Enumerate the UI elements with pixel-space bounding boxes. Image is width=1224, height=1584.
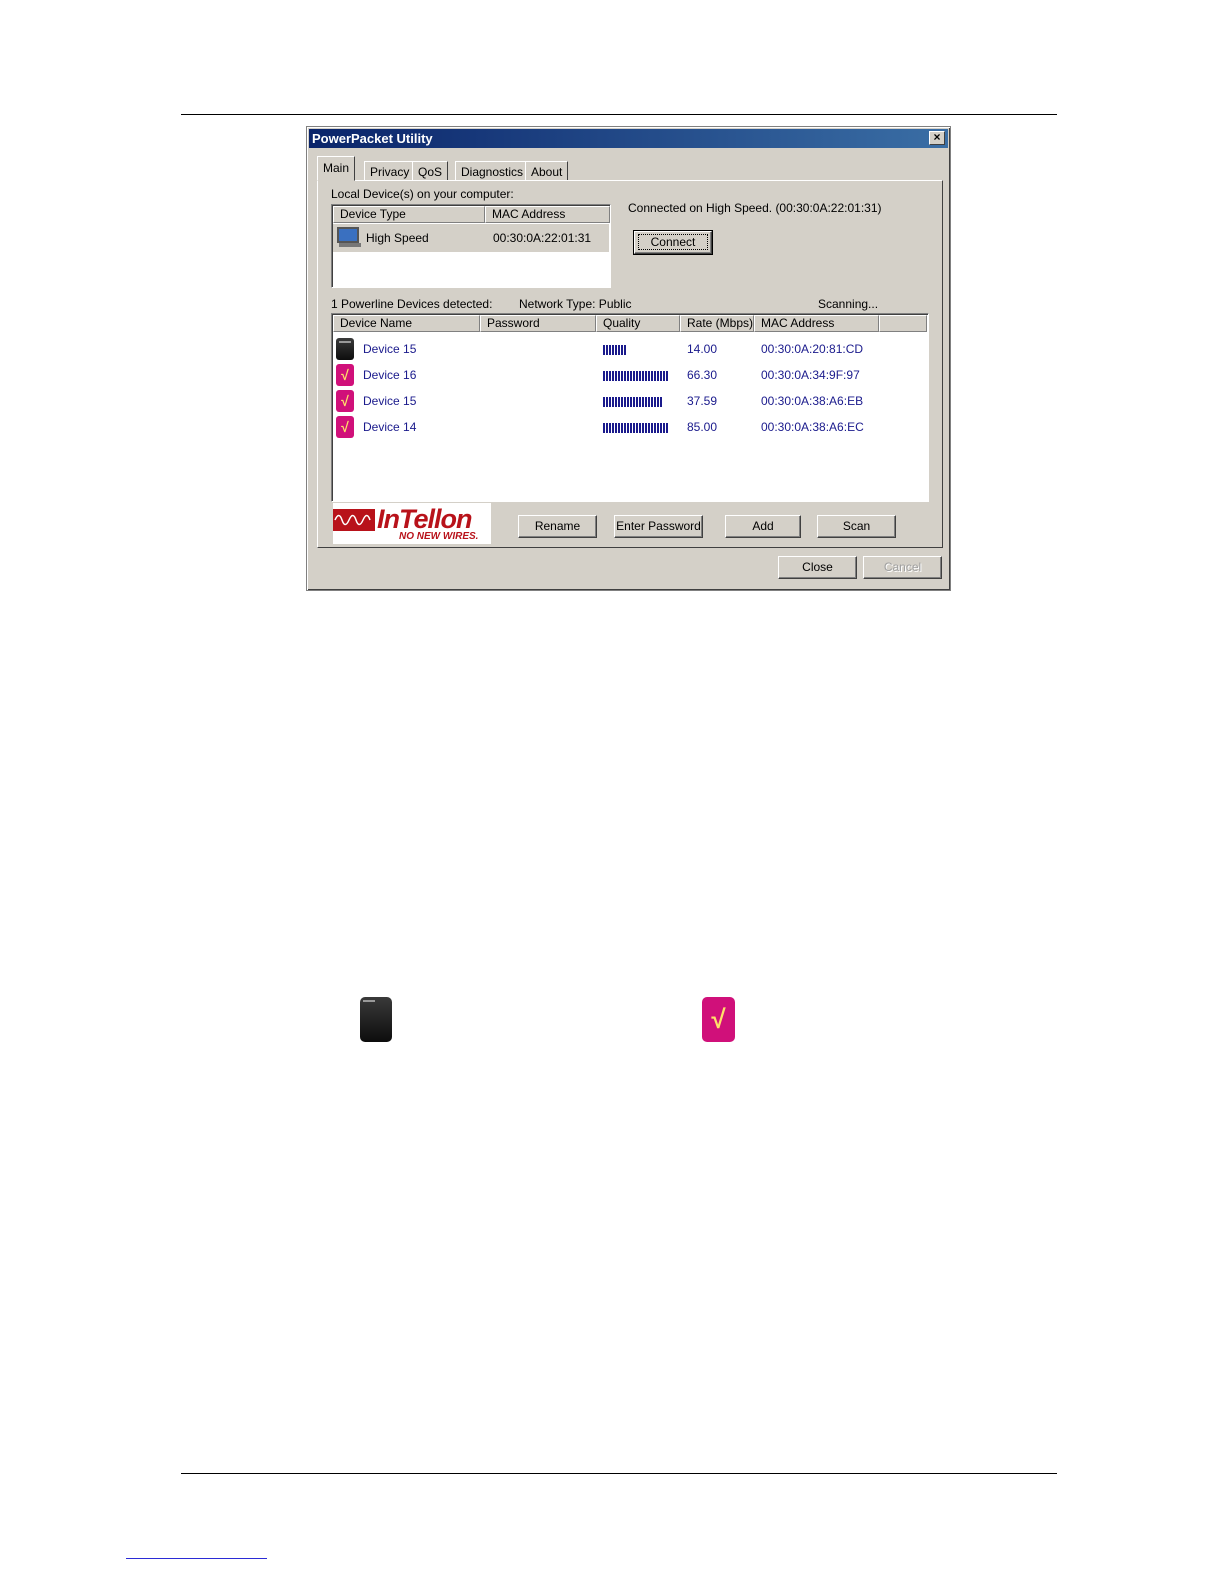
table-row[interactable]: √ Device 14 85.00 00:30:0A:38:A6:EC: [332, 414, 928, 440]
local-device-type: High Speed: [366, 231, 429, 245]
tab-privacy[interactable]: Privacy: [364, 161, 416, 181]
device-mac: 00:30:0A:38:A6:EB: [761, 394, 864, 408]
device-rate: 66.30: [687, 368, 718, 382]
rename-button[interactable]: Rename: [518, 515, 597, 538]
scan-button[interactable]: Scan: [817, 515, 896, 538]
tab-main[interactable]: Main: [317, 156, 356, 181]
column-device-type[interactable]: Device Type: [333, 206, 485, 223]
device-name: Device 14: [363, 420, 417, 434]
table-row[interactable]: √ Device 16 66.30 00:30:0A:34:9F:97: [332, 362, 928, 388]
column-mac[interactable]: MAC Address: [754, 315, 879, 332]
device-name: Device 16: [363, 368, 417, 382]
black-adapter-icon: [360, 997, 392, 1042]
computer-icon: [337, 227, 359, 243]
device-mac: 00:30:0A:20:81:CD: [761, 342, 864, 356]
column-device-name[interactable]: Device Name: [333, 315, 480, 332]
local-device-row[interactable]: High Speed 00:30:0A:22:01:31: [333, 224, 609, 252]
device-name: Device 15: [363, 394, 417, 408]
cancel-button[interactable]: Cancel: [863, 556, 942, 579]
window-title: PowerPacket Utility: [312, 131, 433, 146]
wave-icon: [333, 509, 375, 531]
pink-adapter-icon: √: [336, 364, 354, 386]
table-row[interactable]: Device 15 14.00 00:30:0A:20:81:CD: [332, 336, 928, 362]
devices-detected: 1 Powerline Devices detected:: [331, 297, 493, 311]
quality-bar: [603, 423, 669, 433]
close-icon[interactable]: ×: [929, 131, 945, 145]
column-mac-address[interactable]: MAC Address: [485, 206, 610, 223]
column-password[interactable]: Password: [480, 315, 596, 332]
device-name: Device 15: [363, 342, 417, 356]
header-rule: [181, 114, 1057, 115]
column-filler: [879, 315, 927, 332]
local-devices-list[interactable]: Device Type MAC Address High Speed 00:30…: [331, 204, 611, 288]
title-bar: PowerPacket Utility ×: [309, 129, 948, 148]
local-devices-heading: Local Device(s) on your computer:: [331, 187, 514, 201]
tab-qos[interactable]: QoS: [412, 161, 449, 181]
enter-password-button[interactable]: Enter Password: [614, 515, 703, 538]
logo-tagline: NO NEW WIRES.: [399, 531, 479, 542]
pink-adapter-icon: √: [336, 390, 354, 412]
tab-about[interactable]: About: [525, 161, 569, 181]
connection-status: Connected on High Speed. (00:30:0A:22:01…: [628, 201, 882, 215]
device-rate: 14.00: [687, 342, 718, 356]
device-mac: 00:30:0A:38:A6:EC: [761, 420, 864, 434]
black-adapter-icon: [336, 338, 354, 360]
connect-button[interactable]: Connect: [633, 230, 713, 255]
close-button[interactable]: Close: [778, 556, 857, 579]
device-rate: 85.00: [687, 420, 718, 434]
column-rate[interactable]: Rate (Mbps): [680, 315, 754, 332]
quality-bar: [603, 371, 669, 381]
network-type: Network Type: Public: [519, 297, 632, 311]
quality-bar: [603, 345, 626, 355]
column-quality[interactable]: Quality: [596, 315, 680, 332]
table-row[interactable]: √ Device 15 37.59 00:30:0A:38:A6:EB: [332, 388, 928, 414]
local-device-mac: 00:30:0A:22:01:31: [493, 231, 592, 245]
tab-diagnostics[interactable]: Diagnostics: [455, 161, 530, 181]
device-mac: 00:30:0A:34:9F:97: [761, 368, 860, 382]
pink-adapter-icon: √: [336, 416, 354, 438]
computer-base-icon: [339, 243, 361, 247]
quality-bar: [603, 397, 662, 407]
footer-link-underline[interactable]: [126, 1558, 267, 1559]
powerline-devices-list[interactable]: Device Name Password Quality Rate (Mbps)…: [331, 313, 929, 502]
scanning-status: Scanning...: [818, 297, 879, 311]
intellon-logo: InTellon NO NEW WIRES.: [333, 503, 491, 544]
footer-rule: [181, 1473, 1057, 1474]
pink-adapter-icon: √: [702, 997, 735, 1042]
device-rate: 37.59: [687, 394, 718, 408]
add-button[interactable]: Add: [725, 515, 801, 538]
